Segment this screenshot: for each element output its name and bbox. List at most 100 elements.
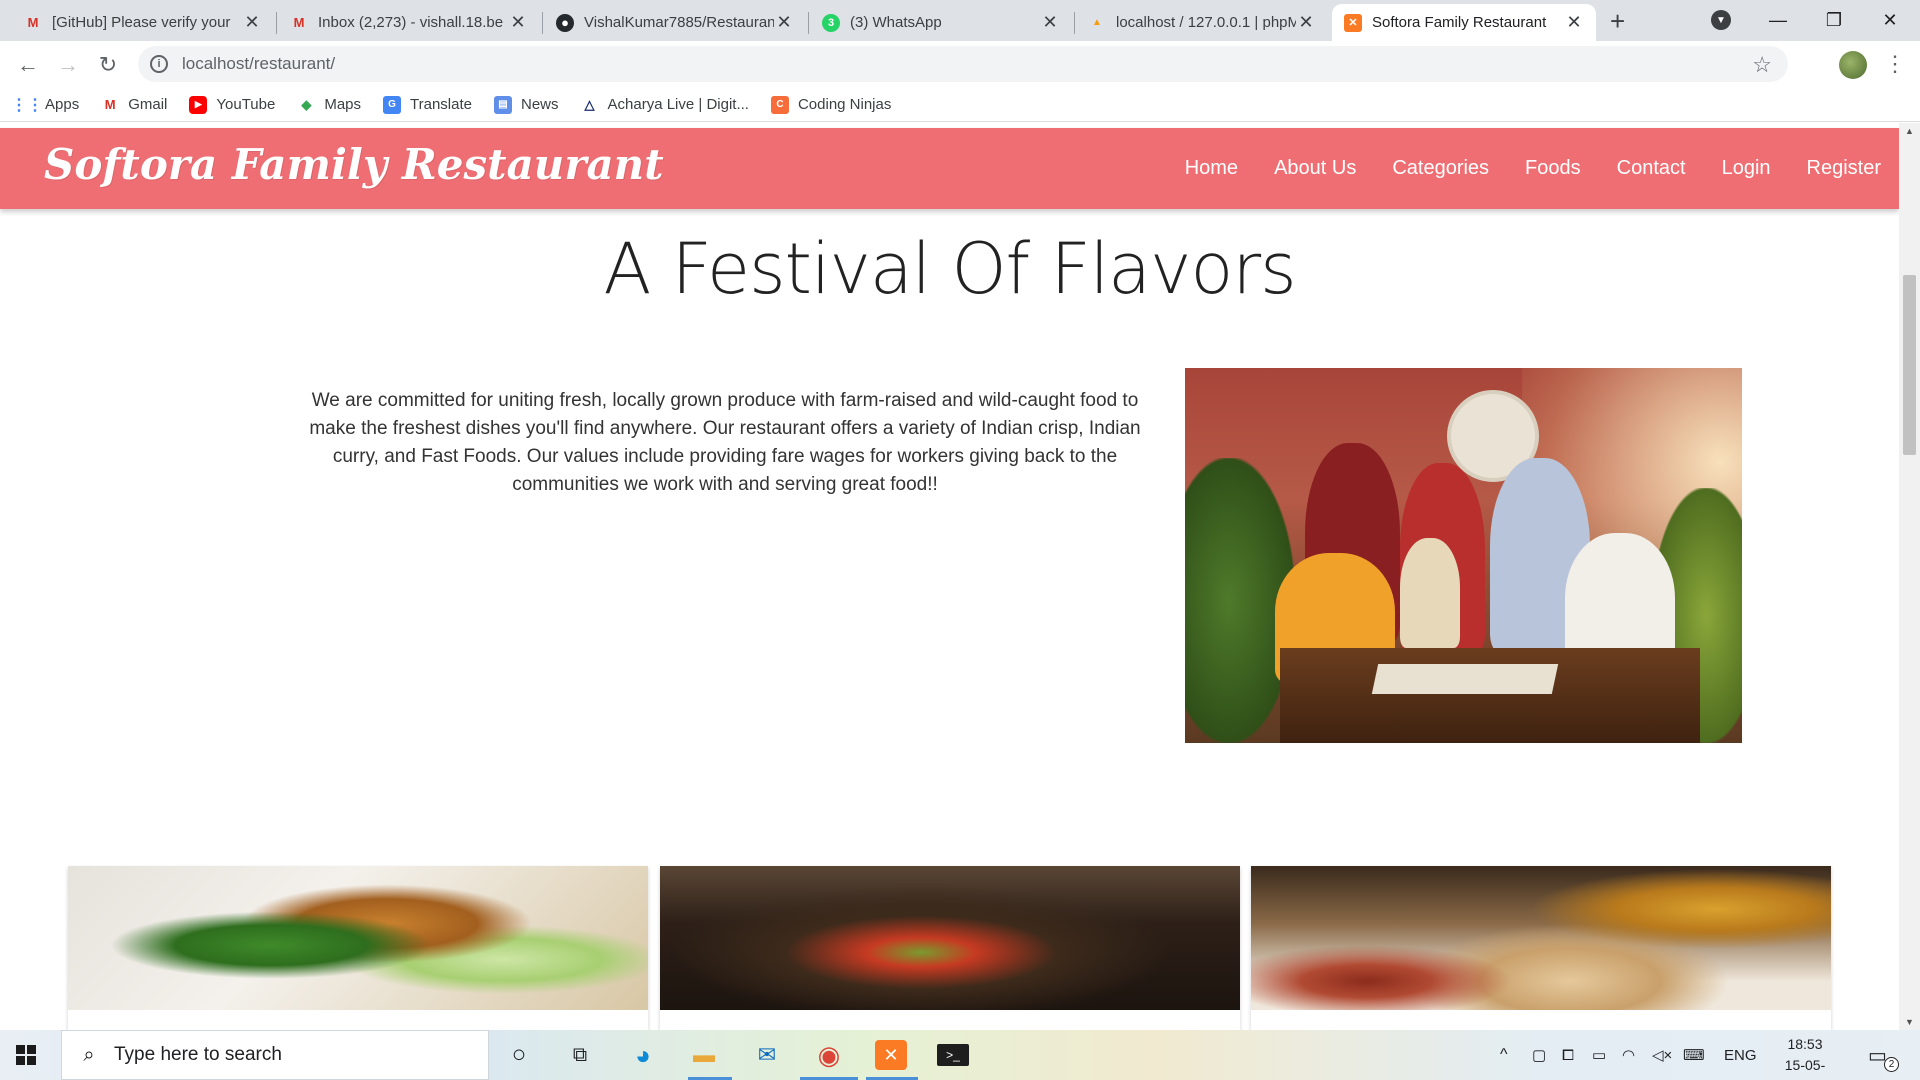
browser-tab-github-repo[interactable]: ● VishalKumar7885/Restaurant ✕ [544, 4, 806, 41]
codingninjas-icon: C [770, 95, 789, 114]
xampp-icon[interactable]: ✕ [875, 1040, 907, 1070]
food-card-image [68, 866, 648, 1010]
address-bar[interactable]: i localhost/restaurant/ ☆ [138, 46, 1788, 82]
profile-avatar[interactable] [1839, 51, 1867, 79]
tab-separator [808, 12, 809, 34]
minimize-button[interactable]: — [1750, 0, 1806, 41]
whatsapp-icon: 3 [822, 13, 840, 32]
chrome-icon[interactable]: ◉ [813, 1040, 845, 1070]
bookmark-acharya[interactable]: △ Acharya Live | Digit... [581, 96, 749, 114]
food-cards-row [0, 866, 1899, 1030]
reload-icon[interactable]: ↻ [94, 51, 122, 79]
language-indicator[interactable]: ENG [1724, 1030, 1757, 1080]
apps-icon: ⋮⋮ [11, 96, 43, 114]
food-card[interactable] [660, 866, 1240, 1030]
browser-tab-inbox[interactable]: M Inbox (2,273) - vishall.18.be ✕ [278, 4, 540, 41]
battery-icon[interactable]: ▭ [1592, 1030, 1606, 1080]
close-tab-icon[interactable]: ✕ [242, 12, 262, 33]
forward-arrow-icon[interactable]: → [54, 51, 82, 79]
site-brand-logo[interactable]: Softora Family Restaurant [44, 140, 664, 189]
keyboard-icon[interactable]: ⌨ [1683, 1030, 1705, 1080]
close-tab-icon[interactable]: ✕ [1040, 12, 1060, 33]
screen-capture-icon[interactable]: ⧠ [1562, 1030, 1574, 1080]
nav-link-foods[interactable]: Foods [1507, 157, 1599, 180]
file-explorer-icon[interactable]: ▬ [688, 1040, 720, 1070]
tray-expand-icon[interactable]: ^ [1500, 1030, 1508, 1080]
nav-link-home[interactable]: Home [1167, 157, 1256, 180]
site-info-icon[interactable]: i [150, 55, 168, 73]
close-window-button[interactable]: ✕ [1862, 0, 1918, 41]
gmail-icon: M [104, 97, 116, 112]
site-navbar: Softora Family Restaurant Home About Us … [0, 128, 1899, 209]
url-text: localhost/restaurant/ [182, 54, 336, 73]
food-card-image [660, 866, 1240, 1010]
edge-icon[interactable]: ◕ [627, 1040, 659, 1070]
clock-time: 18:53 [1787, 1036, 1823, 1052]
restore-button[interactable]: ❐ [1806, 0, 1862, 41]
bookmark-gmail[interactable]: M Gmail [101, 96, 168, 114]
browser-tab-phpmyadmin[interactable]: ▲ localhost / 127.0.0.1 | phpM ✕ [1076, 4, 1328, 41]
bookmark-maps[interactable]: ◆ Maps [297, 96, 361, 114]
nav-link-contact[interactable]: Contact [1599, 157, 1704, 180]
mail-icon[interactable]: ✉ [751, 1040, 783, 1070]
about-paragraph: We are committed for uniting fresh, loca… [309, 390, 1141, 495]
tab-separator [542, 12, 543, 34]
close-tab-icon[interactable]: ✕ [1296, 12, 1316, 33]
close-tab-icon[interactable]: ✕ [774, 12, 794, 33]
nav-link-categories[interactable]: Categories [1374, 157, 1507, 180]
terminal-icon[interactable]: >_ [937, 1044, 969, 1066]
news-icon: ▤ [494, 95, 512, 114]
gmail-icon: M [293, 15, 305, 30]
tab-strip: M [GitHub] Please verify your ✕ M Inbox … [0, 0, 1920, 41]
bookmark-news[interactable]: ▤ News [494, 95, 559, 114]
system-clock[interactable]: 18:53 15-05-2021 [1770, 1034, 1840, 1080]
nav-link-about-us[interactable]: About Us [1256, 157, 1374, 180]
browser-menu-icon[interactable]: ⋮ [1884, 50, 1906, 78]
clock-date: 15-05-2021 [1784, 1057, 1826, 1080]
back-arrow-icon[interactable]: ← [14, 51, 42, 79]
food-card[interactable] [1251, 866, 1831, 1030]
page-viewport: Softora Family Restaurant Home About Us … [0, 123, 1899, 1030]
page-title: A Festival Of Flavors [603, 228, 1296, 310]
wifi-icon[interactable]: ◠ [1622, 1030, 1635, 1080]
windows-start-icon[interactable] [16, 1045, 36, 1065]
windows-taskbar: ⌕ Type here to search ○ ⧉ ◕ ▬ ✉ ◉ ✕ >_ ^… [0, 1030, 1920, 1080]
xampp-icon: ✕ [1344, 13, 1362, 32]
page-scrollbar[interactable]: ▲ ▼ [1899, 123, 1920, 1030]
tab-search-icon[interactable]: ▼ [1711, 10, 1731, 30]
tab-separator [1074, 12, 1075, 34]
close-tab-icon[interactable]: ✕ [508, 12, 528, 33]
scroll-down-arrow-icon[interactable]: ▼ [1899, 1017, 1920, 1027]
bookmark-translate[interactable]: G Translate [383, 95, 472, 114]
taskbar-search-box[interactable]: ⌕ Type here to search [61, 1030, 489, 1080]
close-tab-icon[interactable]: ✕ [1564, 12, 1584, 33]
bookmark-youtube[interactable]: ▶ YouTube [189, 95, 275, 114]
nav-link-register[interactable]: Register [1789, 157, 1899, 180]
food-card[interactable] [68, 866, 648, 1030]
task-view-icon[interactable]: ⧉ [564, 1040, 596, 1070]
site-nav-links: Home About Us Categories Foods Contact L… [1167, 128, 1899, 209]
new-tab-button[interactable]: + [1610, 6, 1625, 37]
bookmark-apps[interactable]: ⋮⋮ Apps [11, 96, 79, 114]
notification-count-badge: 2 [1884, 1057, 1899, 1072]
browser-tab-github-verify[interactable]: M [GitHub] Please verify your ✕ [12, 4, 274, 41]
youtube-icon: ▶ [189, 95, 208, 114]
acharya-icon: △ [584, 96, 595, 112]
browser-tab-whatsapp[interactable]: 3 (3) WhatsApp ✕ [810, 4, 1072, 41]
browser-tab-softora[interactable]: ✕ Softora Family Restaurant ✕ [1332, 4, 1596, 41]
phpmyadmin-icon: ▲ [1092, 17, 1102, 28]
bookmarks-bar: ⋮⋮ Apps M Gmail ▶ YouTube ◆ Maps G Trans… [0, 88, 1920, 122]
cortana-icon[interactable]: ○ [503, 1040, 535, 1070]
scroll-up-arrow-icon[interactable]: ▲ [1899, 126, 1920, 136]
meet-now-icon[interactable]: ▢ [1532, 1030, 1546, 1080]
bookmark-coding-ninjas[interactable]: C Coding Ninjas [770, 95, 891, 114]
github-icon: ● [556, 13, 574, 32]
bookmark-star-icon[interactable]: ☆ [1752, 52, 1772, 78]
nav-link-login[interactable]: Login [1704, 157, 1789, 180]
gmail-icon: M [27, 15, 39, 30]
family-dining-image [1185, 368, 1742, 743]
tab-separator [276, 12, 277, 34]
food-card-image [1251, 866, 1831, 1010]
scrollbar-thumb[interactable] [1903, 275, 1916, 455]
volume-muted-icon[interactable]: ◁× [1652, 1030, 1672, 1080]
